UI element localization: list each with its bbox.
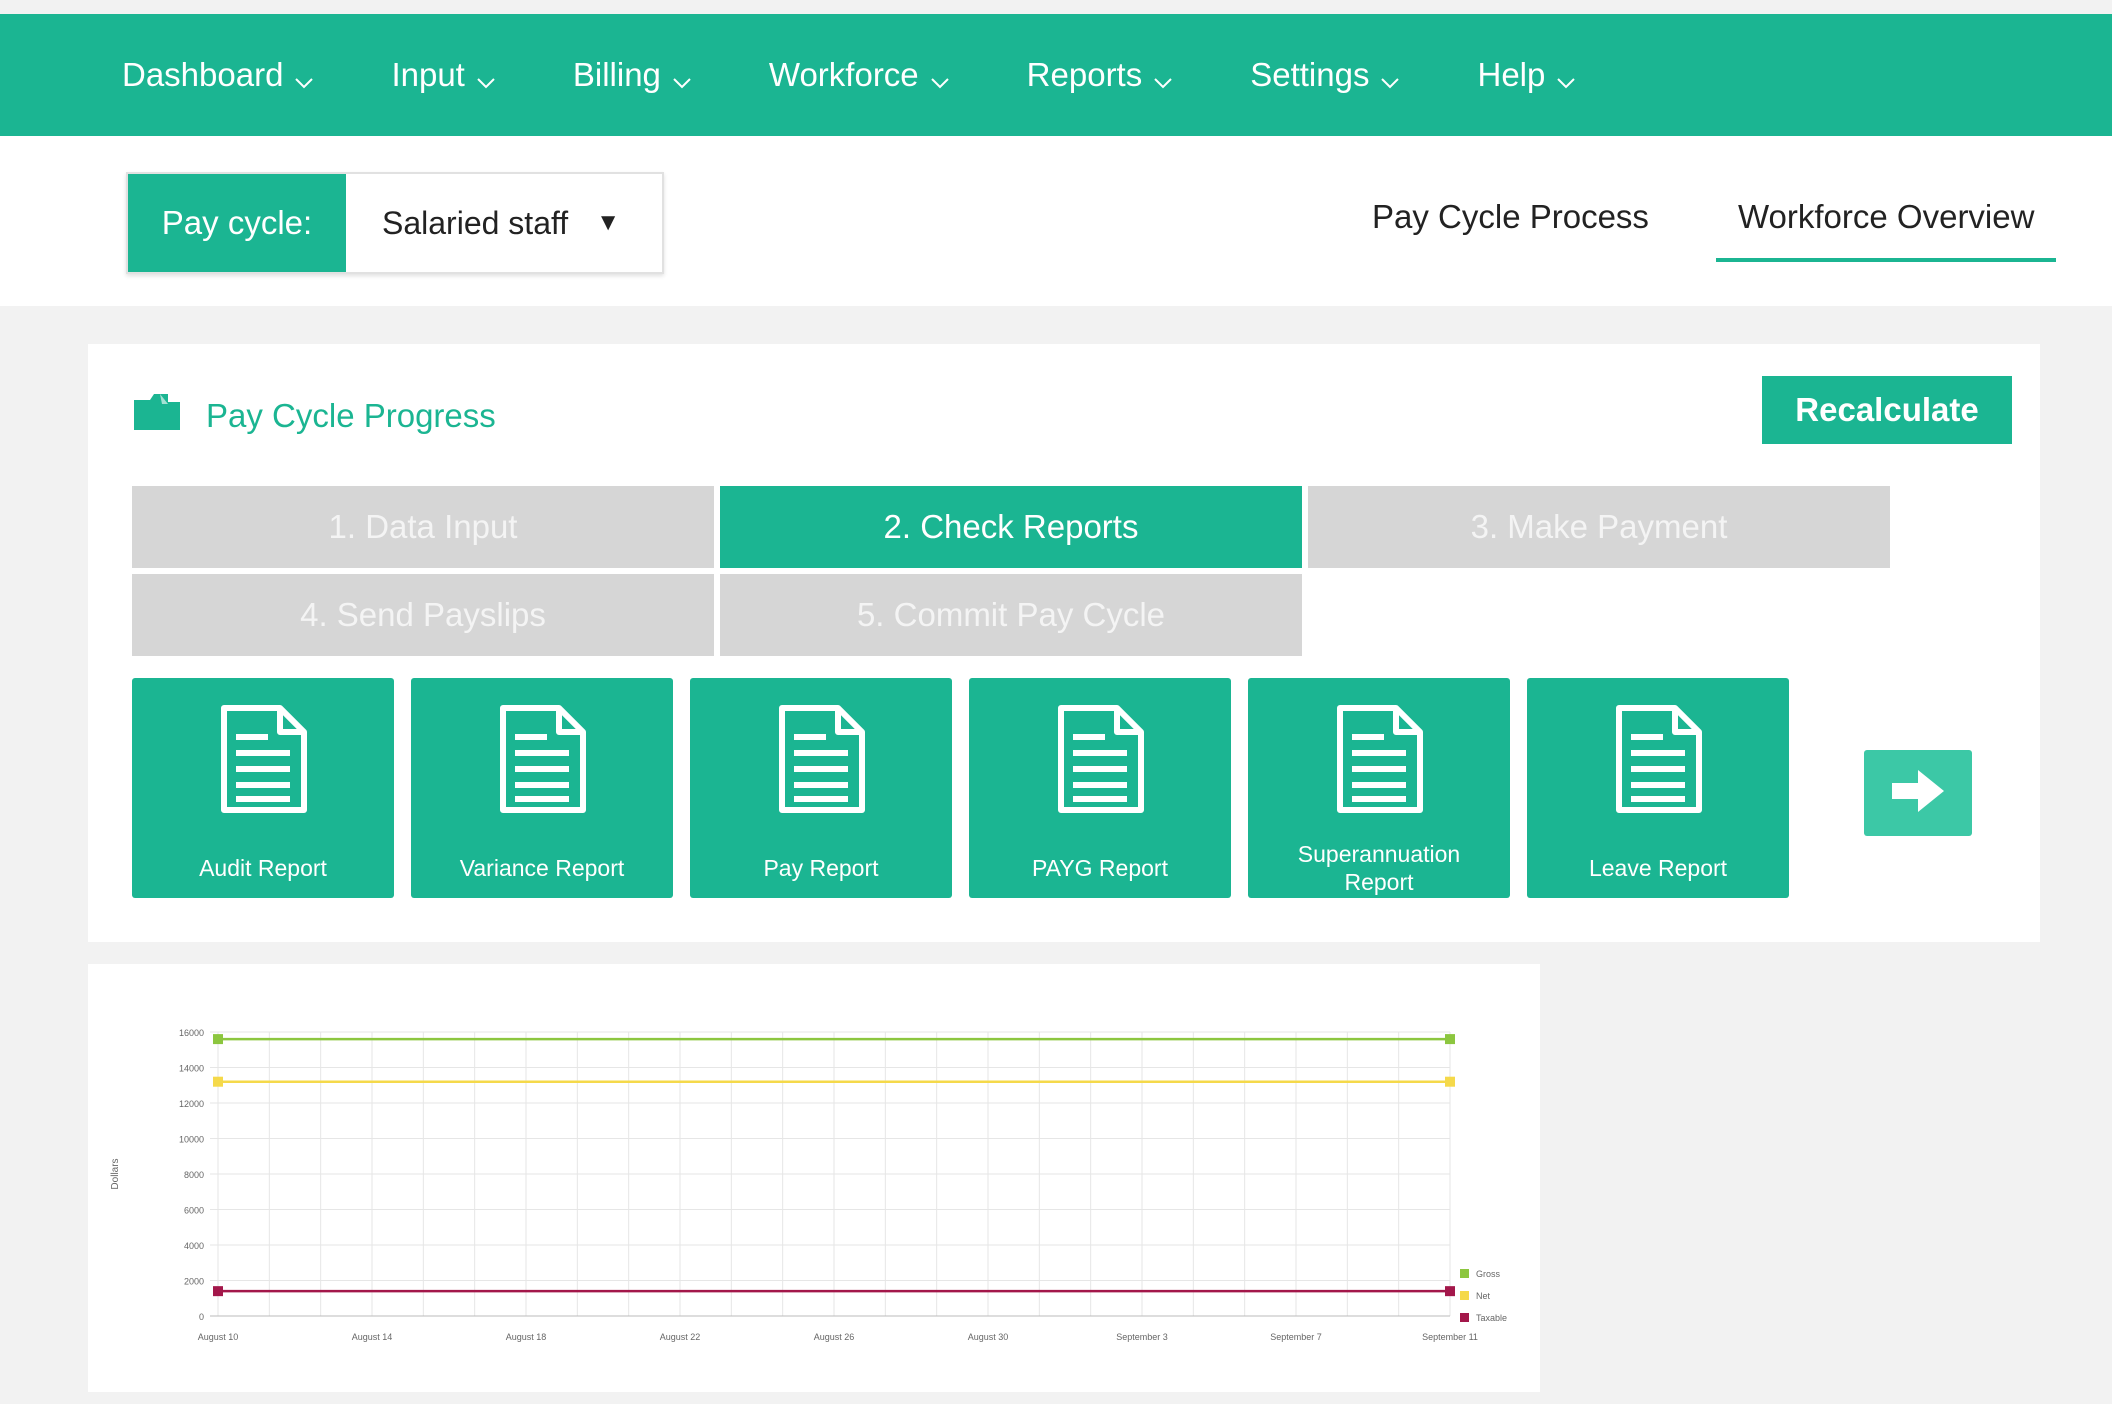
report-card-label: Variance Report — [459, 855, 625, 881]
nav-item-label: Help — [1477, 56, 1546, 93]
legend-label: Net — [1476, 1291, 1491, 1301]
chevron-down-icon — [1555, 64, 1577, 89]
legend-swatch-net — [1460, 1291, 1469, 1300]
nav-item-input[interactable]: Input — [391, 56, 496, 94]
report-card-variance-report[interactable]: Variance Report — [411, 678, 673, 898]
document-icon — [1334, 704, 1424, 819]
pay-cycle-selector[interactable]: Pay cycle: Salaried staff ▼ — [126, 172, 664, 274]
chevron-down-icon — [929, 64, 951, 89]
chevron-down-icon — [293, 64, 315, 89]
step-data-input[interactable]: 1. Data Input — [132, 486, 714, 568]
series-point-taxable — [1445, 1286, 1455, 1297]
series-point-taxable — [213, 1286, 223, 1297]
y-axis-label: Dollars — [110, 1158, 121, 1189]
pay-cycle-selected-value: Salaried staff — [382, 204, 569, 241]
nav-item-billing[interactable]: Billing — [573, 56, 693, 94]
nav-item-settings[interactable]: Settings — [1250, 56, 1401, 94]
report-card-payg-report[interactable]: PAYG Report — [969, 678, 1231, 898]
nav-item-label: Settings — [1250, 56, 1370, 93]
x-tick-label: September 3 — [1116, 1332, 1168, 1342]
step-check-reports[interactable]: 2. Check Reports — [720, 486, 1302, 568]
legend-swatch-taxable — [1460, 1313, 1469, 1322]
y-tick-label: 16000 — [179, 1028, 204, 1038]
report-card-label: Pay Report — [763, 855, 879, 881]
pay-cycle-label: Pay cycle: — [128, 174, 346, 272]
x-tick-label: August 10 — [198, 1332, 239, 1342]
nav-item-label: Input — [391, 56, 465, 93]
top-navigation-bar: Dashboard Input Billing Workforce Reports Set… — [0, 14, 2112, 136]
step-commit-pay-cycle[interactable]: 5. Commit Pay Cycle — [720, 574, 1302, 656]
folder-icon — [132, 392, 182, 440]
y-tick-label: 10000 — [179, 1135, 204, 1145]
nav-item-label: Reports — [1026, 56, 1143, 93]
y-tick-label: 4000 — [184, 1241, 204, 1251]
y-tick-label: 8000 — [184, 1170, 204, 1180]
next-step-button[interactable] — [1864, 750, 1972, 836]
y-tick-label: 6000 — [184, 1206, 204, 1216]
chevron-down-icon — [475, 64, 497, 89]
y-tick-label: 2000 — [184, 1277, 204, 1287]
pay-cycle-progress-panel: Pay Cycle Progress Recalculate 1. Data I… — [88, 344, 2040, 942]
y-tick-label: 12000 — [179, 1099, 204, 1109]
report-card-leave-report[interactable]: Leave Report — [1527, 678, 1789, 898]
chevron-down-icon — [1152, 64, 1174, 89]
tab-workforce-overview[interactable]: Workforce Overview — [1716, 198, 2057, 262]
report-card-label: PAYG Report — [1032, 855, 1168, 881]
document-icon — [776, 704, 866, 819]
series-point-gross — [1445, 1034, 1455, 1045]
report-card-audit-report[interactable]: Audit Report — [132, 678, 394, 898]
x-tick-label: September 11 — [1422, 1332, 1478, 1342]
y-tick-label: 0 — [199, 1312, 204, 1322]
header-band: Pay cycle: Salaried staff ▼ Pay Cycle Pr… — [0, 136, 2112, 306]
x-tick-label: August 18 — [506, 1332, 547, 1342]
step-make-payment[interactable]: 3. Make Payment — [1308, 486, 1890, 568]
recalculate-button[interactable]: Recalculate — [1762, 376, 2012, 444]
x-tick-label: August 22 — [660, 1332, 701, 1342]
caret-down-icon: ▼ — [596, 209, 620, 236]
series-point-gross — [213, 1034, 223, 1045]
nav-item-dashboard[interactable]: Dashboard — [122, 56, 315, 94]
pay-history-chart: 0 2000 4000 6000 8000 10000 12000 14000 16000 Aug… — [88, 964, 1540, 1392]
chevron-down-icon — [671, 64, 693, 89]
x-tick-label: August 14 — [352, 1332, 393, 1342]
pay-cycle-dropdown[interactable]: Salaried staff ▼ — [346, 174, 662, 272]
document-icon — [1613, 704, 1703, 819]
report-card-pay-report[interactable]: Pay Report — [690, 678, 952, 898]
report-card-label: Leave Report — [1588, 855, 1728, 881]
y-tick-label: 14000 — [179, 1064, 204, 1074]
nav-item-label: Workforce — [768, 56, 919, 93]
report-card-label: Audit Report — [199, 855, 327, 881]
panel-title-text: Pay Cycle Progress — [206, 397, 496, 434]
x-tick-label: August 30 — [968, 1332, 1009, 1342]
series-point-net — [1445, 1076, 1455, 1087]
panel-title: Pay Cycle Progress — [132, 392, 496, 440]
nav-item-label: Dashboard — [122, 56, 284, 93]
legend-label: Taxable — [1476, 1313, 1507, 1323]
line-chart: 0 2000 4000 6000 8000 10000 12000 14000 16000 Aug… — [110, 1028, 1507, 1342]
tab-pay-cycle-process[interactable]: Pay Cycle Process — [1372, 198, 1649, 236]
report-cards: Audit Report Variance Report Pay Report PAY… — [132, 678, 1789, 898]
legend-swatch-gross — [1460, 1269, 1469, 1278]
document-icon — [218, 704, 308, 819]
legend-label: Gross — [1476, 1269, 1501, 1279]
x-tick-label: August 26 — [814, 1332, 855, 1342]
nav-item-reports[interactable]: Reports — [1027, 56, 1175, 94]
document-icon — [1055, 704, 1145, 819]
series-point-net — [213, 1076, 223, 1087]
nav-item-label: Billing — [572, 56, 661, 93]
document-icon — [497, 704, 587, 819]
arrow-right-icon — [1888, 766, 1948, 821]
chevron-down-icon — [1379, 64, 1401, 89]
report-card-label: Superannuation Report — [1297, 841, 1461, 895]
nav-item-help[interactable]: Help — [1477, 56, 1577, 94]
nav-item-workforce[interactable]: Workforce — [769, 56, 951, 94]
x-tick-label: September 7 — [1270, 1332, 1322, 1342]
step-send-payslips[interactable]: 4. Send Payslips — [132, 574, 714, 656]
report-card-superannuation-report[interactable]: Superannuation Report — [1248, 678, 1510, 898]
